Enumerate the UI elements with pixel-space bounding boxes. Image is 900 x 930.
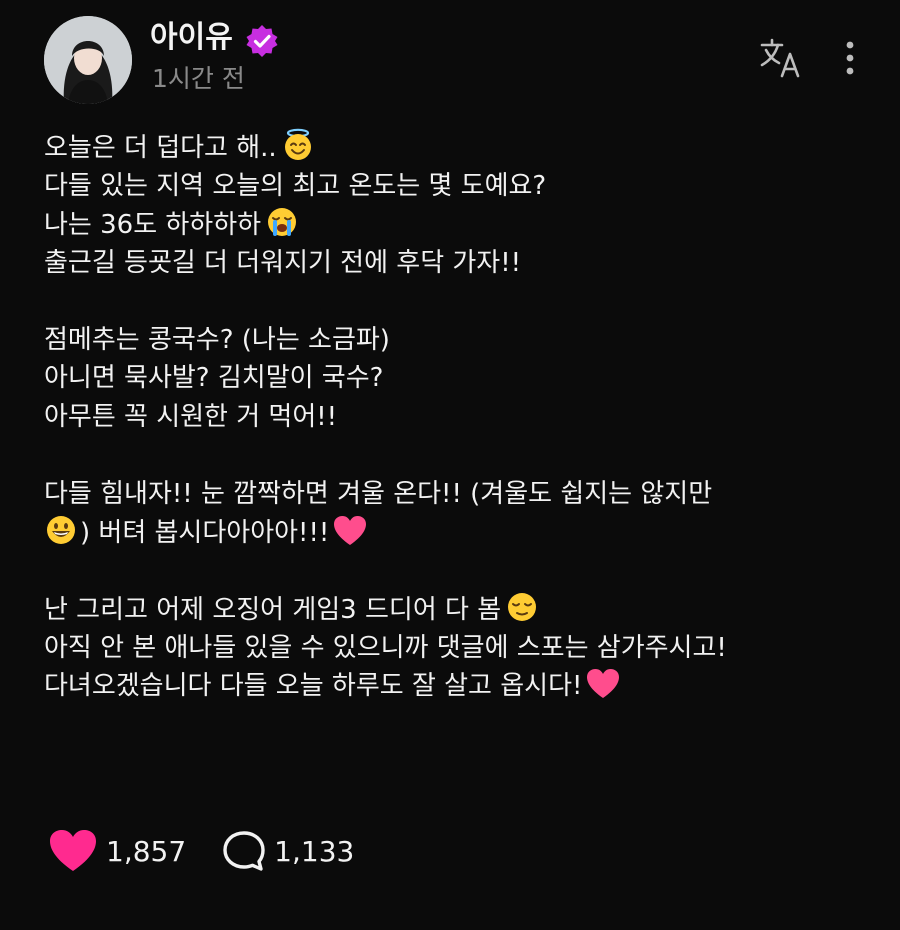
post-line: 오늘은 더 덥다고 해..: [44, 128, 874, 167]
post-actions: 1,857 1,133: [48, 826, 354, 876]
heart-icon: [50, 830, 96, 871]
post-body: 오늘은 더 덥다고 해.. 다들 있는 지역 오늘의 최고 온도는 몇 도예요?…: [44, 128, 874, 706]
translate-button[interactable]: [758, 36, 806, 80]
like-count: 1,857: [106, 834, 187, 868]
more-vertical-icon: [846, 41, 854, 75]
like-button[interactable]: 1,857: [48, 829, 186, 873]
avatar[interactable]: [44, 16, 132, 104]
post-timestamp: 1시간 전: [152, 64, 245, 93]
heart-emoji-icon: [334, 516, 367, 545]
comment-bubble-icon: [223, 831, 265, 871]
angel-smile-emoji-icon: [284, 128, 311, 160]
verified-badge-icon: [246, 25, 278, 57]
post-line: 출근길 등굣길 더 더워지기 전에 후닥 가자!!: [44, 247, 522, 278]
post-line: 다녀오겠습니다 다들 오늘 하루도 잘 살고 옵시다!: [44, 667, 874, 706]
post-line: 다들 있는 지역 오늘의 최고 온도는 몇 도예요?: [44, 170, 547, 201]
heart-emoji-icon: [587, 669, 620, 698]
relieved-face-emoji-icon: [508, 593, 537, 621]
post-line: 아직 안 본 애나들 있을 수 있으니까 댓글에 스포는 삼가주시고!: [44, 632, 727, 663]
post-line: 난 그리고 어제 오징어 게임3 드디어 다 봄: [44, 590, 874, 629]
post-line: 점메추는 콩국수? (나는 소금파): [44, 324, 390, 355]
grinning-face-emoji-icon: [47, 516, 75, 544]
post-line: 다들 힘내자!! 눈 깜짝하면 겨울 온다!! (겨울도 쉽지는 않지만: [44, 478, 713, 509]
post-line: 아무튼 꼭 시원한 거 먹어!!: [44, 401, 338, 432]
post-line: 아니면 묵사발? 김치말이 국수?: [44, 363, 384, 393]
more-options-button[interactable]: [836, 38, 864, 80]
reply-button[interactable]: 1,133: [222, 830, 354, 872]
post-line: 나는 36도 하하하하: [44, 205, 874, 244]
translate-icon: [760, 38, 800, 78]
author-name[interactable]: 아이유: [150, 20, 233, 56]
reply-count: 1,133: [274, 834, 355, 868]
post-line: ) 버텨 봅시다아아아!!!: [44, 513, 874, 552]
profile-photo: [44, 16, 132, 104]
loudly-crying-emoji-icon: [268, 208, 297, 236]
